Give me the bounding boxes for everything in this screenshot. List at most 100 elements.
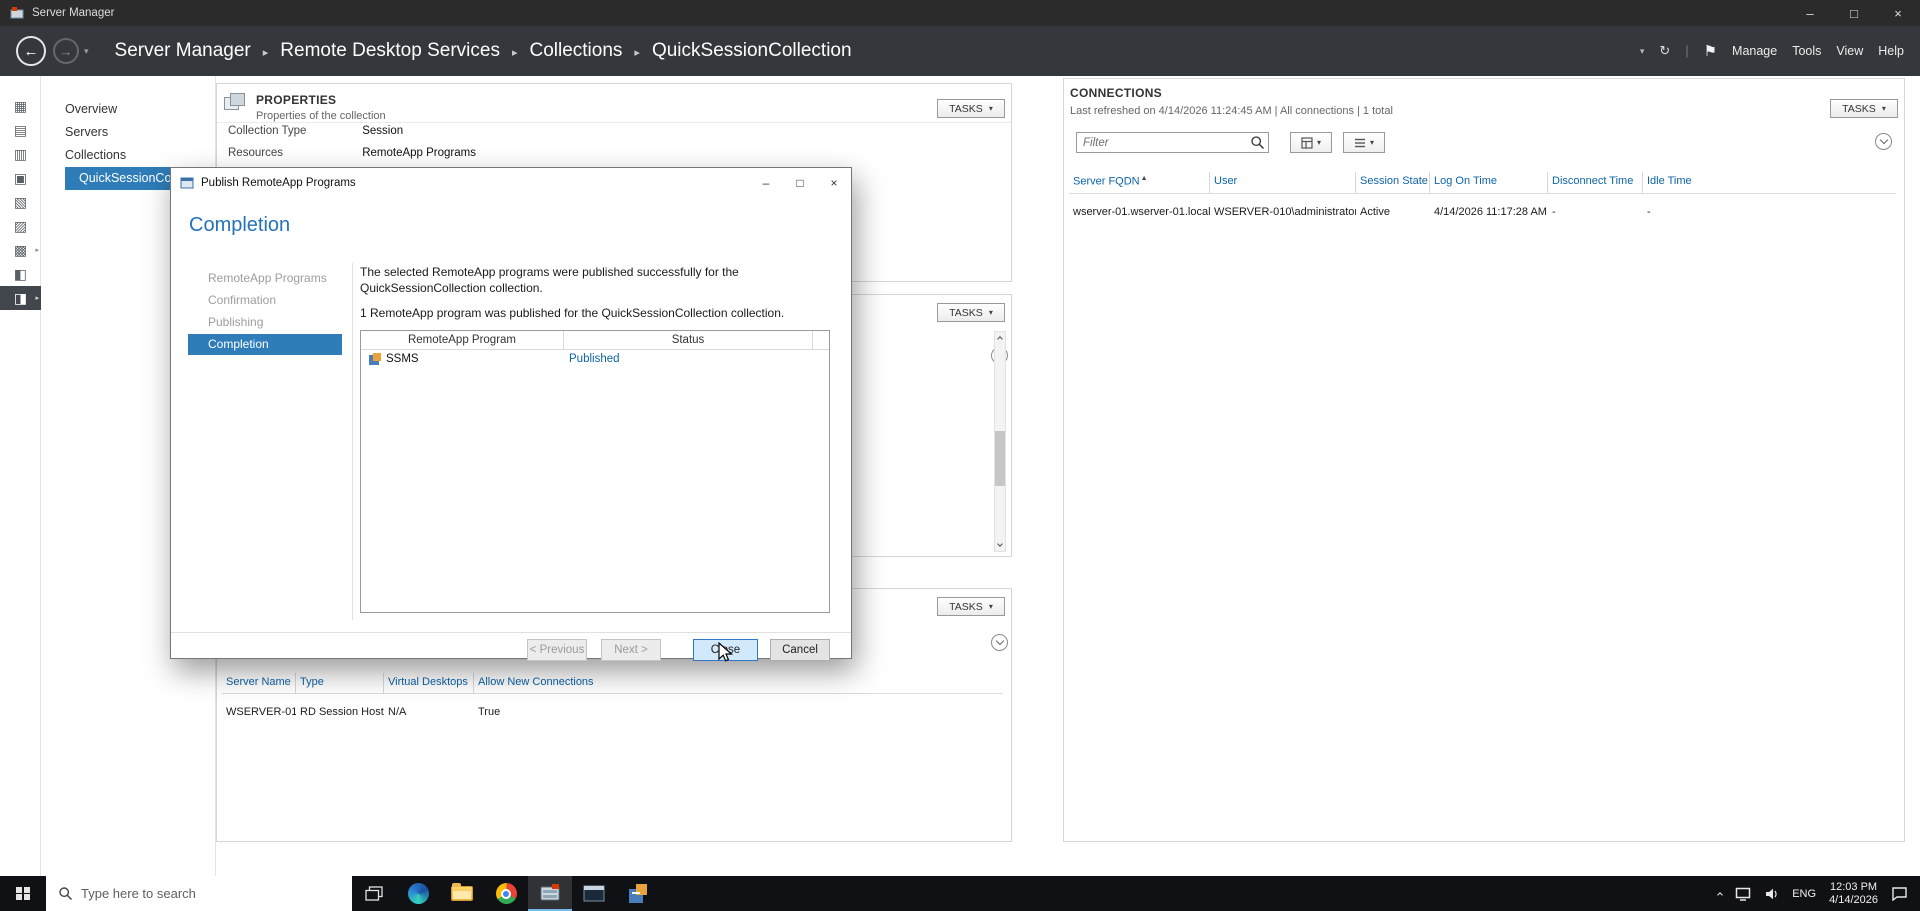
nav-iis-icon[interactable]: ◧ xyxy=(0,262,41,286)
column-type[interactable]: Type xyxy=(296,673,384,693)
menu-tools[interactable]: Tools xyxy=(1792,44,1821,58)
column-server-fqdn[interactable]: Server FQDN▲ xyxy=(1069,172,1210,193)
taskbar-server-manager-button[interactable] xyxy=(528,876,572,911)
close-wizard-button[interactable]: Close xyxy=(693,639,758,661)
scroll-up-button[interactable] xyxy=(995,332,1005,344)
column-server-name[interactable]: Server Name xyxy=(222,673,296,693)
host-server-row[interactable]: WSERVER-01 RD Session Host N/A True xyxy=(222,704,1003,720)
back-arrow-icon: ← xyxy=(23,42,39,60)
cell-type: RD Session Host xyxy=(300,706,384,718)
maximize-button[interactable]: □ xyxy=(1832,0,1876,26)
collapse-panel-button[interactable] xyxy=(991,634,1008,651)
network-icon[interactable] xyxy=(1735,887,1751,901)
column-log-on-time[interactable]: Log On Time xyxy=(1430,172,1548,193)
step-confirmation[interactable]: Confirmation xyxy=(188,290,342,311)
nav-dashboard-icon[interactable]: ▦ xyxy=(0,94,41,118)
clock[interactable]: 12:03 PM 4/14/2026 xyxy=(1829,881,1878,906)
notifications-flag-icon[interactable]: ⚑ xyxy=(1704,42,1717,60)
language-indicator[interactable]: ENG xyxy=(1792,888,1816,900)
cancel-button[interactable]: Cancel xyxy=(770,639,830,661)
connection-row[interactable]: wserver-01.wserver-01.local WSERVER-010\… xyxy=(1069,204,1896,220)
column-disconnect-time[interactable]: Disconnect Time xyxy=(1548,172,1643,193)
wizard-content: The selected RemoteApp programs were pub… xyxy=(360,258,833,613)
column-session-state[interactable]: Session State xyxy=(1356,172,1430,193)
taskbar-chrome-button[interactable] xyxy=(484,876,528,911)
column-virtual-desktops[interactable]: Virtual Desktops xyxy=(384,673,474,693)
property-value: Session xyxy=(362,125,404,137)
column-allow-new-connections[interactable]: Allow New Connections xyxy=(474,673,1003,693)
taskbar-edge-button[interactable] xyxy=(396,876,440,911)
menu-view[interactable]: View xyxy=(1836,44,1863,58)
breadcrumb-collections[interactable]: Collections xyxy=(529,40,622,62)
connections-tasks-button[interactable]: TASKS ▾ xyxy=(1830,99,1898,118)
sidebar-item-collections[interactable]: Collections xyxy=(41,144,215,167)
remoteapp-tasks-button[interactable]: TASKS ▾ xyxy=(937,303,1005,322)
nav-remote-desktop-services-icon[interactable]: ◨ ▸ xyxy=(0,286,41,310)
taskbar-search[interactable] xyxy=(46,876,352,911)
minimize-button[interactable]: – xyxy=(1788,0,1832,26)
window-titlebar: Server Manager – □ × xyxy=(0,0,1920,26)
dialog-close-button[interactable]: × xyxy=(817,168,851,198)
task-view-button[interactable] xyxy=(352,876,396,911)
start-button[interactable] xyxy=(0,876,46,911)
volume-icon[interactable] xyxy=(1764,887,1779,901)
scrollbar-thumb[interactable] xyxy=(995,431,1005,486)
nav-dhcp-icon[interactable]: ▧ xyxy=(0,190,41,214)
cell-server-fqdn: wserver-01.wserver-01.local xyxy=(1073,205,1210,218)
nav-dns-icon[interactable]: ▨ xyxy=(0,214,41,238)
wizard-footer: < Previous Next > Close Cancel xyxy=(171,632,851,661)
breadcrumb-server-manager[interactable]: Server Manager xyxy=(115,40,251,62)
nav-local-server-icon[interactable]: ▤ xyxy=(0,118,41,142)
taskbar-search-input[interactable] xyxy=(81,886,311,901)
nav-history-caret-icon[interactable]: ▾ xyxy=(84,46,89,57)
hidden-icons-chevron-icon[interactable] xyxy=(1717,891,1724,898)
nav-file-storage-services-icon[interactable]: ▩ ▸ xyxy=(0,238,41,262)
breadcrumb-remote-desktop-services[interactable]: Remote Desktop Services xyxy=(280,40,500,62)
property-label: Collection Type xyxy=(228,125,307,137)
expand-arrow-icon: ▸ xyxy=(35,295,39,302)
sidebar-item-servers[interactable]: Servers xyxy=(41,121,215,144)
column-idle-time[interactable]: Idle Time xyxy=(1643,172,1896,193)
filter-query-button[interactable]: ▾ xyxy=(1290,132,1332,153)
filter-field xyxy=(1076,132,1269,153)
column-status[interactable]: Status xyxy=(564,330,813,349)
forward-button[interactable]: → xyxy=(53,38,79,64)
filter-group-button[interactable]: ▾ xyxy=(1343,132,1385,153)
refresh-icon[interactable]: ↻ xyxy=(1659,43,1670,59)
step-completion[interactable]: Completion xyxy=(188,334,342,355)
host-servers-table: Server Name Type Virtual Desktops Allow … xyxy=(222,673,1003,720)
breadcrumb-quicksessioncollection[interactable]: QuickSessionCollection xyxy=(652,40,852,62)
scroll-down-button[interactable] xyxy=(995,539,1005,551)
next-button[interactable]: Next > xyxy=(601,639,661,661)
nav-icon-strip: ▦ ▤ ▥ ▣ ▧ ▨ ▩ ▸ ◧ ◨ ▸ xyxy=(0,76,41,876)
step-publishing[interactable]: Publishing xyxy=(188,312,342,333)
vertical-scrollbar[interactable] xyxy=(994,331,1006,552)
dialog-maximize-button[interactable]: □ xyxy=(783,168,817,198)
ssms-app-icon xyxy=(369,353,381,366)
collapse-panel-button[interactable] xyxy=(1875,133,1892,150)
menu-help[interactable]: Help xyxy=(1878,44,1904,58)
sidebar-item-overview[interactable]: Overview xyxy=(41,98,215,121)
taskbar-console-button[interactable] xyxy=(572,876,616,911)
toolbar-caret-icon[interactable]: ▾ xyxy=(1640,46,1645,57)
previous-button[interactable]: < Previous xyxy=(527,639,587,661)
taskbar-ssms-button[interactable] xyxy=(616,876,660,911)
step-remoteapp-programs[interactable]: RemoteApp Programs xyxy=(188,268,342,289)
nav-ad-ds-icon[interactable]: ▣ xyxy=(0,166,41,190)
nav-all-servers-icon[interactable]: ▥ xyxy=(0,142,41,166)
column-user[interactable]: User xyxy=(1210,172,1356,193)
caret-down-icon: ▾ xyxy=(988,308,993,317)
column-remoteapp-program[interactable]: RemoteApp Program xyxy=(361,330,564,349)
breadcrumb-separator-icon: ▸ xyxy=(511,46,518,59)
dialog-minimize-button[interactable]: – xyxy=(749,168,783,198)
action-center-icon[interactable] xyxy=(1891,886,1908,901)
properties-tasks-button[interactable]: TASKS ▾ xyxy=(937,99,1005,118)
completion-summary: 1 RemoteApp program was published for th… xyxy=(360,306,785,321)
menu-manage[interactable]: Manage xyxy=(1732,44,1777,58)
filter-input[interactable] xyxy=(1076,132,1269,153)
taskbar-file-explorer-button[interactable] xyxy=(440,876,484,911)
host-servers-tasks-button[interactable]: TASKS ▾ xyxy=(937,597,1005,616)
back-button[interactable]: ← xyxy=(16,36,46,66)
close-button[interactable]: × xyxy=(1876,0,1920,26)
remoteapp-row[interactable]: SSMS Published xyxy=(361,350,829,369)
